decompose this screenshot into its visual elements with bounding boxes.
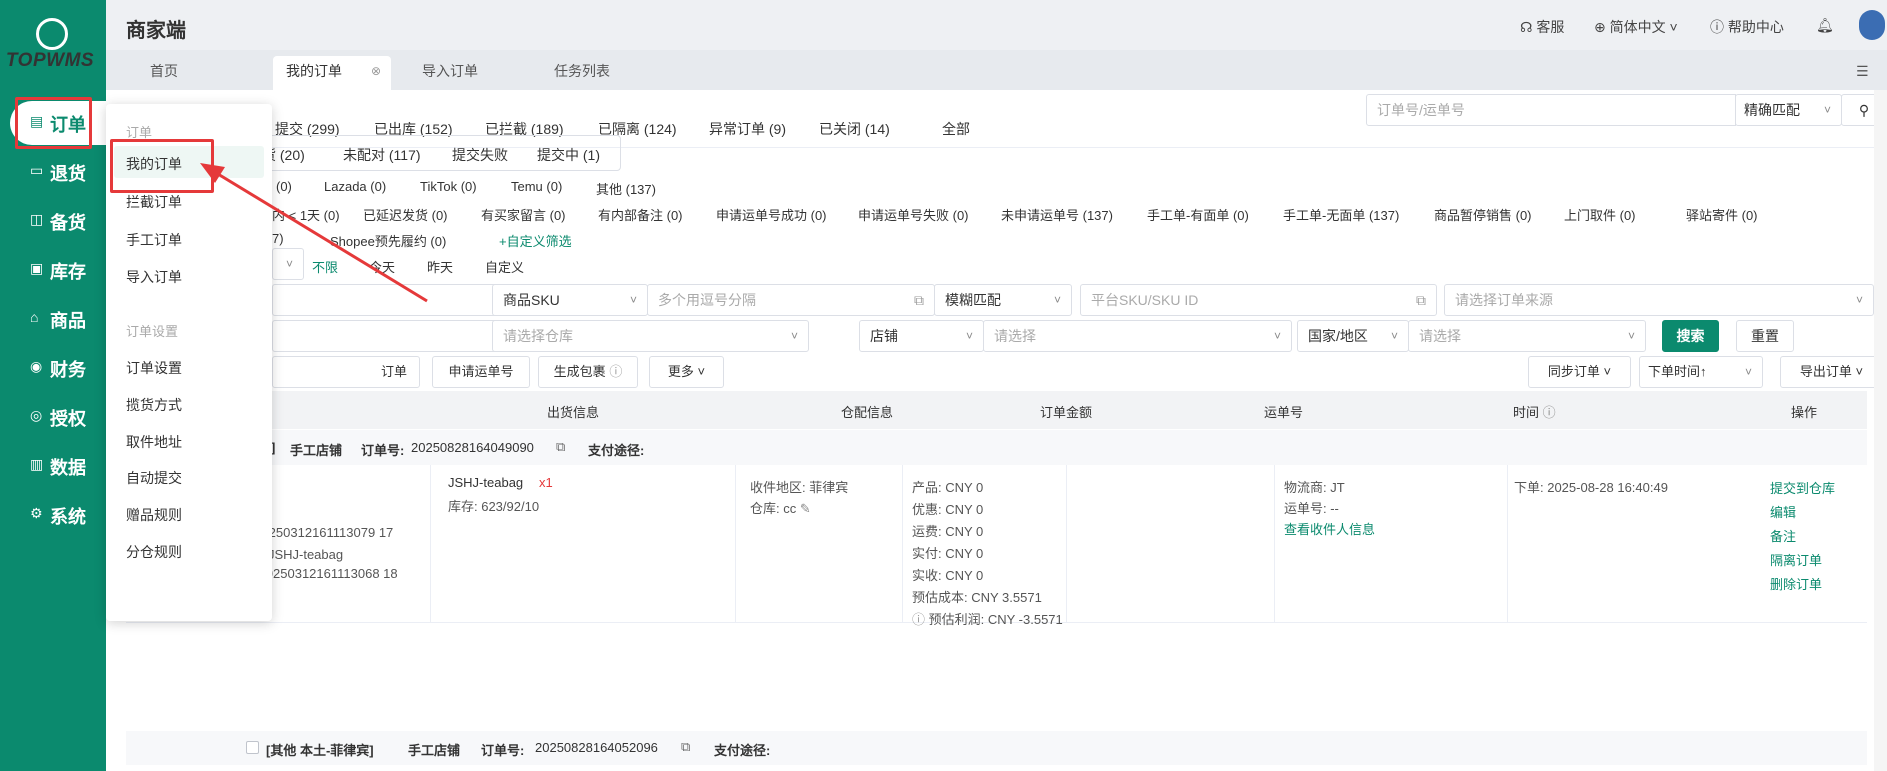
annotation-arrow-icon xyxy=(200,163,428,303)
